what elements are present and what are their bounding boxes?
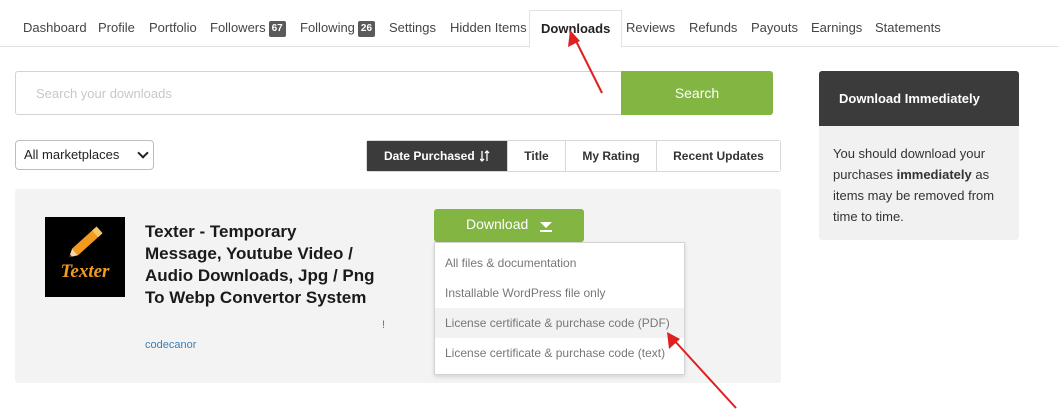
- sort-label: Date Purchased: [383, 149, 475, 163]
- profile-tabs: Dashboard Profile Portfolio Followers 67 …: [0, 0, 1059, 48]
- sort-title-button[interactable]: Title: [507, 141, 565, 171]
- marketplace-select[interactable]: All marketplaces: [15, 140, 154, 170]
- download-caret-icon: [540, 222, 552, 228]
- sort-date-purchased-button[interactable]: Date Purchased: [367, 141, 507, 171]
- tab-label: Portfolio: [149, 20, 197, 35]
- card-body: You should download your purchases immed…: [833, 143, 1013, 227]
- item-marker: !: [382, 319, 386, 331]
- menu-item-license-pdf[interactable]: License certificate & purchase code (PDF…: [435, 308, 684, 338]
- tab-dashboard[interactable]: Dashboard: [23, 10, 87, 47]
- sort-my-rating-button[interactable]: My Rating: [565, 141, 656, 171]
- menu-item-wordpress-file[interactable]: Installable WordPress file only: [435, 278, 684, 308]
- tab-label: Earnings: [811, 20, 863, 35]
- tab-following[interactable]: Following 26: [300, 10, 376, 47]
- thumbnail-text: Texter: [61, 261, 111, 282]
- tab-label: Hidden Items: [450, 20, 527, 35]
- tab-downloads[interactable]: Downloads: [529, 10, 623, 48]
- sort-label: Recent Updates: [673, 149, 764, 163]
- tab-label: Statements: [875, 20, 941, 35]
- tab-statements[interactable]: Statements: [875, 10, 941, 47]
- menu-item-license-text[interactable]: License certificate & purchase code (tex…: [435, 338, 684, 368]
- tab-label: Settings: [389, 20, 436, 35]
- tab-refunds[interactable]: Refunds: [689, 10, 737, 47]
- tab-payouts[interactable]: Payouts: [751, 10, 798, 47]
- tab-earnings[interactable]: Earnings: [811, 10, 862, 47]
- tab-label: Reviews: [626, 20, 676, 35]
- item-thumbnail[interactable]: Texter: [45, 217, 125, 297]
- tab-label: Profile: [98, 20, 135, 35]
- sort-recent-updates-button[interactable]: Recent Updates: [656, 141, 780, 171]
- tab-label: Payouts: [751, 20, 798, 35]
- card-text-emphasis: immediately: [896, 167, 972, 182]
- tab-label: Downloads: [541, 21, 611, 36]
- chevron-down-icon: [137, 147, 149, 159]
- download-button[interactable]: Download: [434, 209, 584, 242]
- search-button[interactable]: Search: [621, 71, 773, 115]
- pencil-icon: Texter: [61, 226, 111, 282]
- tab-label: Followers: [210, 20, 266, 35]
- tab-label: Dashboard: [23, 20, 87, 35]
- download-caret-underline: [540, 230, 552, 232]
- tab-profile[interactable]: Profile: [98, 10, 135, 47]
- following-count-badge: 26: [357, 21, 376, 37]
- tab-followers[interactable]: Followers 67: [210, 10, 286, 47]
- followers-count-badge: 67: [268, 21, 286, 37]
- download-dropdown-menu: All files & documentation Installable Wo…: [434, 242, 685, 375]
- sort-label: Title: [524, 149, 549, 163]
- download-immediately-card: Download Immediately You should download…: [819, 71, 1019, 240]
- tab-reviews[interactable]: Reviews: [626, 10, 675, 47]
- sort-label: My Rating: [582, 149, 640, 163]
- download-button-label: Download: [466, 216, 529, 232]
- tab-settings[interactable]: Settings: [389, 10, 436, 47]
- marketplace-select-value: All marketplaces: [24, 147, 120, 162]
- tab-label: Refunds: [689, 20, 738, 35]
- sort-button-group: Date Purchased Title My Rating Recent Up…: [366, 140, 781, 172]
- menu-item-all-files[interactable]: All files & documentation: [435, 248, 684, 278]
- tab-portfolio[interactable]: Portfolio: [149, 10, 197, 47]
- sort-arrows-icon: [479, 150, 490, 162]
- item-title[interactable]: Texter - Temporary Message, Youtube Vide…: [145, 221, 375, 309]
- tab-label: Following: [300, 20, 355, 35]
- search-input[interactable]: [15, 71, 622, 115]
- tab-hidden-items[interactable]: Hidden Items: [450, 10, 527, 47]
- card-heading: Download Immediately: [819, 71, 1019, 126]
- item-author-link[interactable]: codecanor: [145, 339, 196, 351]
